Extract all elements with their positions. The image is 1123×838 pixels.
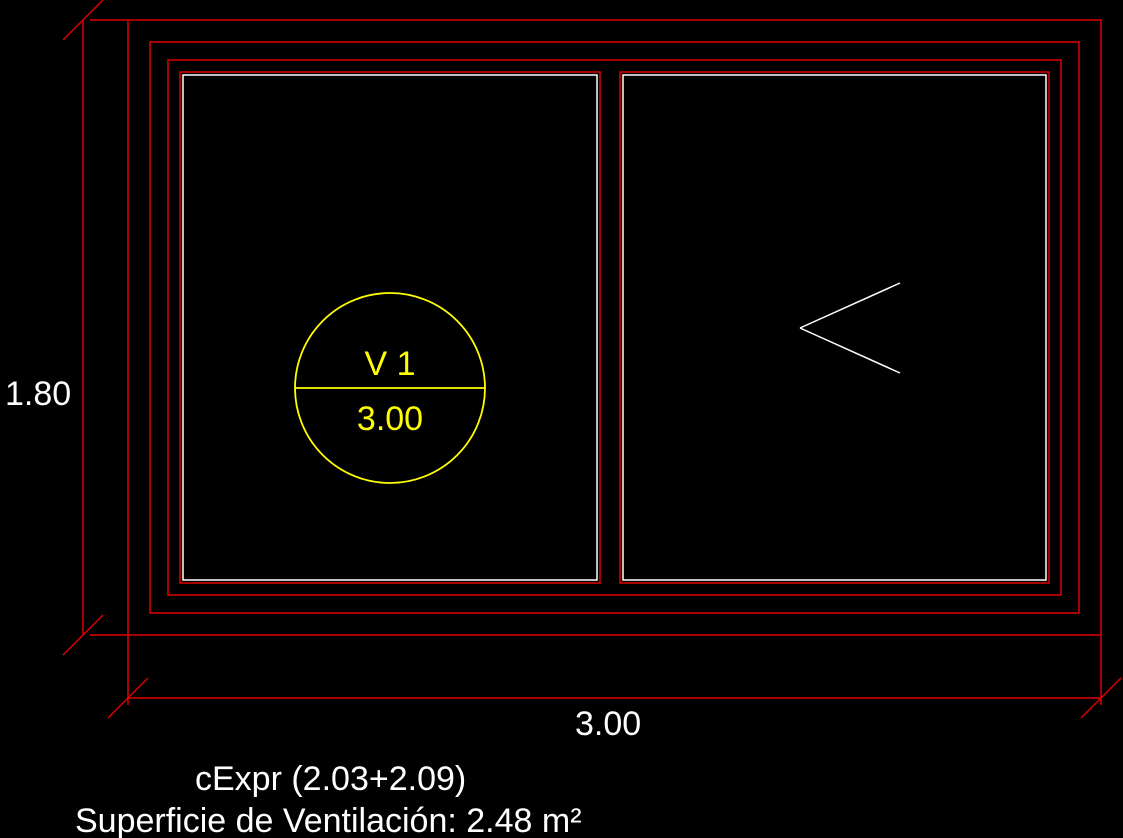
sash-left xyxy=(183,75,597,580)
dim-height-text: 1.80 xyxy=(5,375,71,413)
cad-drawing: V 1 3.00 1.80 3.00 cExpr (2.03+2.09) Sup… xyxy=(0,0,1123,838)
tag-id: V 1 xyxy=(364,345,415,383)
sash-right-outline xyxy=(620,72,1049,583)
dim-vertical xyxy=(63,0,128,655)
inner-frame xyxy=(168,60,1061,595)
note-expr: cExpr (2.03+2.09) xyxy=(195,760,466,798)
open-arrow-icon xyxy=(800,283,900,373)
mid-frame xyxy=(150,42,1079,613)
window-tag: V 1 3.00 xyxy=(295,293,485,483)
note-area: Superficie de Ventilación: 2.48 m² xyxy=(75,802,582,838)
tag-value: 3.00 xyxy=(357,400,423,438)
sash-right xyxy=(623,75,1046,580)
dim-width-text: 3.00 xyxy=(575,705,641,743)
outer-frame xyxy=(128,20,1101,635)
sash-left-outline xyxy=(180,72,600,583)
